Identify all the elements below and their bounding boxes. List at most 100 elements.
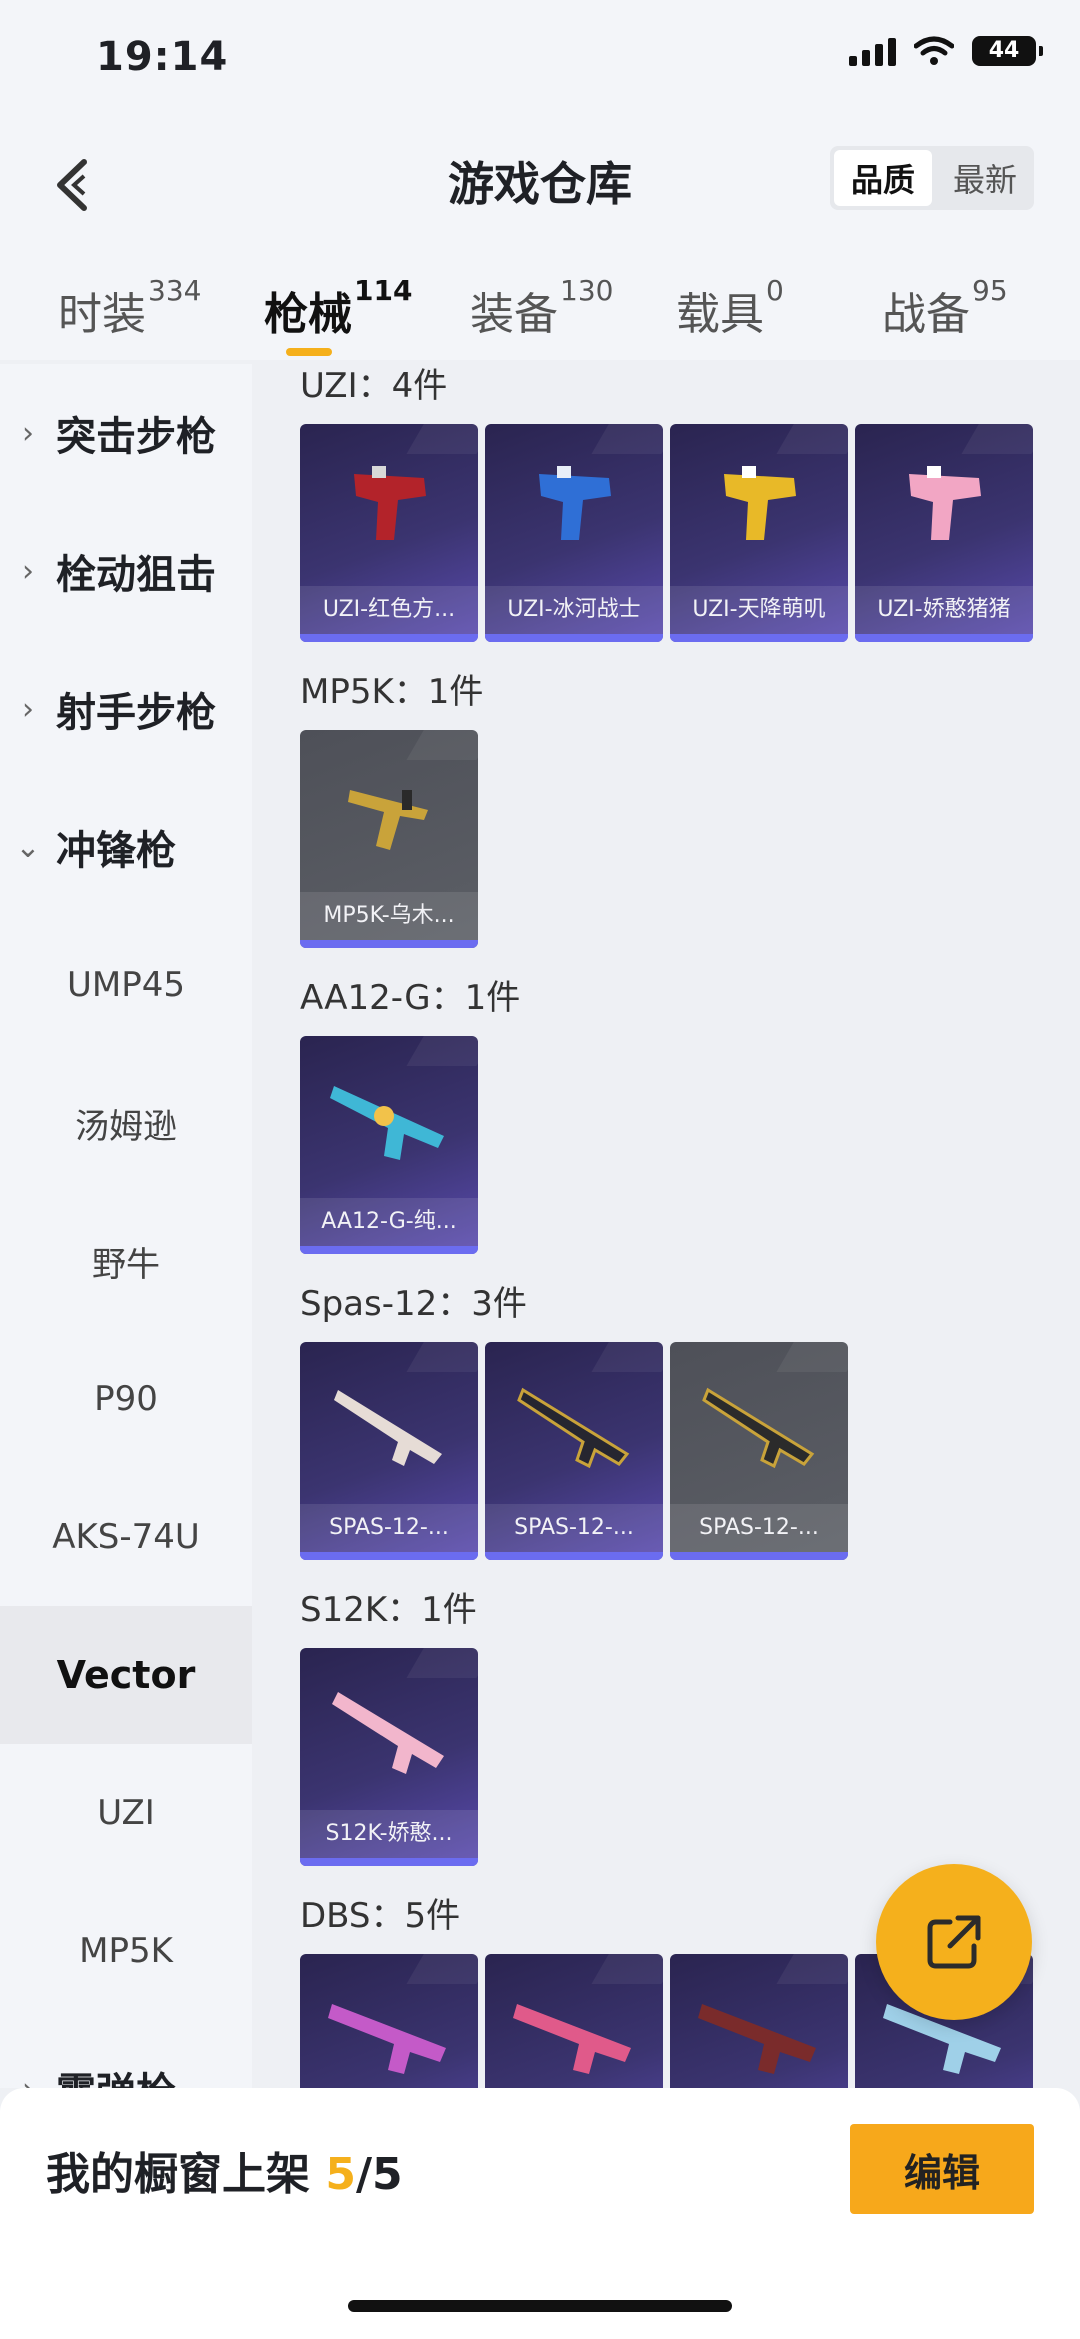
sidebar-item-marksman-rifle[interactable]: › 射手步枪 (0, 640, 252, 778)
sidebar-item-label: 冲锋枪 (56, 828, 176, 874)
smg-skin-icon (724, 466, 796, 540)
chevron-down-icon: ⌄ (15, 829, 41, 865)
cellular-signal-icon (849, 36, 896, 66)
skin-name: UZI-红色方... (300, 586, 478, 634)
rarity-bar (300, 940, 478, 948)
sort-toggle: 品质 最新 (830, 146, 1034, 210)
group-title: S12K：1件 (300, 1590, 477, 1630)
skin-name: UZI-天降萌叽 (670, 586, 848, 634)
skin-card[interactable]: UZI-天降萌叽 (670, 424, 848, 642)
skin-name: S12K-娇憨... (300, 1810, 478, 1858)
sidebar-sub-ump45[interactable]: UMP45 (0, 916, 252, 1054)
chevron-right-icon: › (22, 691, 34, 727)
tab-count: 130 (560, 274, 614, 307)
skin-card[interactable]: SPAS-12-... (485, 1342, 663, 1560)
sidebar-item-shotgun[interactable]: ›霰弹枪 (0, 2020, 252, 2088)
tab-count: 95 (972, 274, 1008, 307)
group-title: MP5K：1件 (300, 672, 484, 712)
tab-count: 0 (766, 274, 784, 307)
skin-name: UZI-冰河战士 (485, 586, 663, 634)
showcase-total: /5 (355, 2149, 403, 2200)
skin-name: SPAS-12-... (670, 1504, 848, 1552)
skin-card[interactable]: UZI-冰河战士 (485, 424, 663, 642)
group-title: UZI：4件 (300, 366, 448, 406)
sidebar-sub-uzi[interactable]: UZI (0, 1744, 252, 1882)
tab-label: 枪械 (264, 289, 352, 340)
tab-fashion[interactable]: 时装334 (58, 274, 201, 342)
rarity-bar (485, 634, 663, 642)
tab-firearms[interactable]: 枪械114 (264, 274, 412, 342)
sidebar-item-label: 霰弹枪 (56, 2060, 176, 2088)
rarity-bar (670, 1552, 848, 1560)
chevron-right-icon: › (22, 415, 34, 451)
showcase-label: 我的橱窗上架 (46, 2149, 310, 2200)
rarity-bar (855, 634, 1033, 642)
showcase-status: 我的橱窗上架 5/5 (46, 2138, 403, 2202)
sidebar-sub-thompson[interactable]: 汤姆逊 (0, 1054, 252, 1192)
group-title: Spas-12：3件 (300, 1284, 527, 1324)
showcase-current: 5 (325, 2149, 356, 2200)
sidebar-item-label: 射手步枪 (56, 690, 216, 736)
tab-equipment[interactable]: 装备130 (470, 274, 613, 342)
status-bar: 19:14 44 (0, 0, 1080, 120)
tab-label: 战备 (882, 289, 970, 340)
skin-card[interactable]: S12K-娇憨... (300, 1648, 478, 1866)
status-icons: 44 (849, 36, 1043, 66)
wifi-icon (914, 36, 954, 65)
sidebar-item-assault-rifle[interactable]: › 突击步枪 (0, 364, 252, 502)
tab-supplies[interactable]: 战备95 (882, 274, 1008, 342)
skin-name: SPAS-12-... (300, 1504, 478, 1552)
sidebar-sub-p90[interactable]: P90 (0, 1330, 252, 1468)
skin-card[interactable] (670, 1954, 848, 2088)
skin-card[interactable]: UZI-娇憨猪猪 (855, 424, 1033, 642)
rarity-bar (300, 1246, 478, 1254)
tab-vehicles[interactable]: 载具0 (676, 274, 784, 342)
shotgun-skin-icon (330, 1086, 444, 1160)
clock: 19:14 (96, 34, 229, 80)
tab-count: 334 (148, 274, 202, 307)
chevron-right-icon: › (22, 553, 34, 589)
weapon-type-sidebar: › 突击步枪 › 栓动狙击 › 射手步枪 ⌄ 冲锋枪 UMP45 汤姆逊 野牛 P90 … (0, 364, 252, 2088)
tab-count: 114 (354, 274, 413, 307)
skin-card[interactable]: UZI-红色方... (300, 424, 478, 642)
external-link-icon (927, 1915, 981, 1969)
shotgun-skin-icon (334, 1390, 442, 1466)
smg-skin-icon (354, 466, 426, 540)
skin-name: MP5K-乌木... (300, 892, 478, 940)
shotgun-skin-icon (702, 1387, 815, 1469)
group-title: DBS：5件 (300, 1896, 461, 1936)
skin-card[interactable]: SPAS-12-... (300, 1342, 478, 1560)
sort-quality-button[interactable]: 品质 (834, 150, 932, 206)
skin-card[interactable]: AA12-G-纯... (300, 1036, 478, 1254)
sidebar-item-smg[interactable]: ⌄ 冲锋枪 (0, 778, 252, 916)
sidebar-sub-aks74u[interactable]: AKS-74U (0, 1468, 252, 1606)
skin-card[interactable] (485, 1954, 663, 2088)
skin-name: UZI-娇憨猪猪 (855, 586, 1033, 634)
sidebar-item-label: 突击步枪 (56, 414, 216, 460)
edit-button[interactable]: 编辑 (850, 2124, 1034, 2214)
sort-newest-button[interactable]: 最新 (936, 146, 1034, 210)
active-tab-indicator (286, 348, 332, 356)
home-indicator (348, 2300, 732, 2312)
rarity-bar (300, 634, 478, 642)
skin-card[interactable]: MP5K-乌木... (300, 730, 478, 948)
rarity-bar (670, 634, 848, 642)
category-tabs: 时装334 枪械114 装备130 载具0 战备95 (0, 260, 1080, 360)
header: 游戏仓库 品质 最新 时装334 枪械114 装备130 载具0 战备95 (0, 120, 1080, 360)
tab-label: 装备 (470, 289, 558, 340)
battery-icon: 44 (972, 36, 1043, 66)
skin-card[interactable]: SPAS-12-... (670, 1342, 848, 1560)
sidebar-item-bolt-sniper[interactable]: › 栓动狙击 (0, 502, 252, 640)
smg-skin-icon (539, 466, 611, 540)
skin-card[interactable] (300, 1954, 478, 2088)
shotgun-skin-icon (517, 1387, 630, 1469)
sidebar-sub-mp5k[interactable]: MP5K (0, 1882, 252, 2020)
sidebar-sub-vector[interactable]: Vector (0, 1606, 252, 1744)
skin-name: SPAS-12-... (485, 1504, 663, 1552)
rarity-bar (300, 1552, 478, 1560)
share-button[interactable] (876, 1864, 1032, 2020)
sidebar-sub-bizon[interactable]: 野牛 (0, 1192, 252, 1330)
shotgun-skin-icon (332, 1692, 444, 1774)
smg-skin-icon (909, 466, 981, 540)
smg-skin-icon (348, 790, 428, 850)
